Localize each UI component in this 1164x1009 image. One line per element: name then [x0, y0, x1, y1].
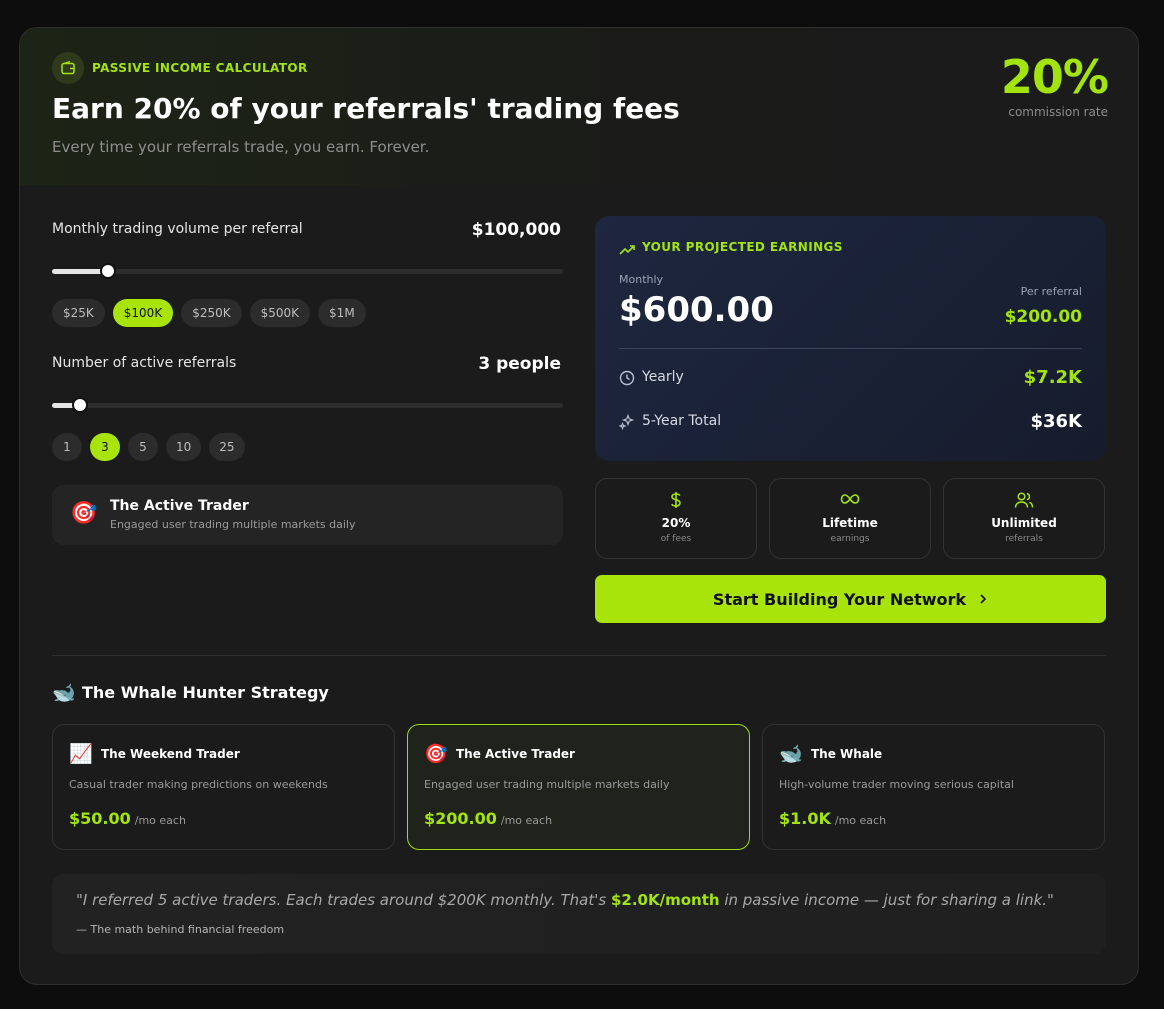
- strategy-card-desc: Casual trader making predictions on week…: [69, 778, 328, 791]
- target-icon: 🎯: [70, 501, 98, 526]
- feature-fees-main: 20%: [661, 516, 691, 530]
- volume-preset-chip[interactable]: $100K: [112, 299, 174, 327]
- feature-unlimited: Unlimited referrals: [943, 478, 1105, 559]
- monthly-label: Monthly: [619, 273, 664, 286]
- section-divider: [52, 655, 1106, 656]
- feature-lifetime-sub: earnings: [830, 534, 870, 544]
- volume-presets: $25K $100K $250K $500K $1M: [52, 299, 366, 327]
- volume-preset-chip[interactable]: $1M: [318, 299, 366, 327]
- wallet-icon: [52, 52, 84, 84]
- calculator-card: PASSIVE INCOME CALCULATOR Earn 20% of yo…: [19, 27, 1139, 985]
- quote-text: "I referred 5 active traders. Each trade…: [76, 891, 1054, 909]
- persona-box: 🎯 The Active Trader Engaged user trading…: [52, 485, 563, 545]
- strategy-card-suffix: /mo each: [834, 814, 887, 827]
- referrals-label: Number of active referrals: [52, 355, 237, 371]
- strategy-card-name: The Weekend Trader: [101, 747, 240, 761]
- referrals-preset-chip[interactable]: 3: [90, 433, 120, 461]
- earnings-divider: [619, 348, 1082, 349]
- whale-icon: 🐋: [779, 743, 803, 765]
- strategy-card-name: The Whale: [811, 747, 883, 761]
- strategy-card-whale[interactable]: 🐋 The Whale High-volume trader moving se…: [762, 724, 1105, 850]
- strategy-card-amount: $50.00: [69, 809, 131, 828]
- quote-text-end: in passive income — just for sharing a l…: [719, 891, 1054, 909]
- feature-lifetime-main: Lifetime: [822, 516, 878, 530]
- trend-up-icon: [619, 241, 635, 260]
- clock-icon: [619, 370, 635, 390]
- strategy-card-amount: $200.00: [424, 809, 497, 828]
- infinity-icon: [770, 491, 930, 507]
- monthly-value: $600.00: [619, 290, 774, 330]
- commission-rate-value: 20%: [1000, 50, 1109, 104]
- volume-preset-chip[interactable]: $500K: [249, 299, 311, 327]
- earnings-panel: YOUR PROJECTED EARNINGS Monthly $600.00 …: [595, 216, 1106, 461]
- testimonial-quote: "I referred 5 active traders. Each trade…: [52, 874, 1106, 954]
- per-referral-label: Per referral: [1020, 285, 1082, 298]
- strategy-card-name: The Active Trader: [456, 747, 575, 761]
- quote-author: — The math behind financial freedom: [76, 923, 285, 936]
- header: PASSIVE INCOME CALCULATOR Earn 20% of yo…: [20, 28, 1138, 185]
- per-referral-value: $200.00: [1004, 307, 1082, 327]
- persona-desc: Engaged user trading multiple markets da…: [110, 518, 356, 531]
- strategy-card-price: $1.0K/mo each: [779, 809, 886, 828]
- feature-fees: 20% of fees: [595, 478, 757, 559]
- yearly-label: Yearly: [642, 369, 684, 385]
- referrals-presets: 1 3 5 10 25: [52, 433, 245, 461]
- feature-fees-sub: of fees: [660, 534, 692, 544]
- quote-highlight: $2.0K/month: [610, 891, 720, 909]
- sparkles-icon: [618, 413, 635, 434]
- persona-name: The Active Trader: [110, 498, 249, 514]
- strategy-card-price: $200.00/mo each: [424, 809, 552, 828]
- strategy-card-active[interactable]: 🎯 The Active Trader Engaged user trading…: [407, 724, 750, 850]
- referrals-preset-chip[interactable]: 5: [128, 433, 158, 461]
- page-subtitle: Every time your referrals trade, you ear…: [52, 138, 430, 156]
- volume-slider-thumb[interactable]: [100, 263, 117, 279]
- referrals-preset-chip[interactable]: 10: [166, 433, 202, 461]
- strategy-card-desc: High-volume trader moving serious capita…: [779, 778, 1014, 791]
- volume-slider[interactable]: [52, 263, 563, 279]
- strategy-card-weekend[interactable]: 📈 The Weekend Trader Casual trader makin…: [52, 724, 395, 850]
- start-building-label: Start Building Your Network: [712, 589, 967, 609]
- chevron-right-icon: [978, 590, 988, 609]
- volume-value: $100,000: [471, 220, 561, 240]
- volume-label: Monthly trading volume per referral: [52, 221, 303, 237]
- strategy-card-amount: $1.0K: [779, 809, 831, 828]
- quote-text-start: "I referred 5 active traders. Each trade…: [76, 891, 611, 909]
- referrals-slider[interactable]: [52, 397, 563, 413]
- five-year-value: $36K: [1030, 411, 1082, 432]
- referrals-slider-thumb[interactable]: [72, 397, 89, 413]
- referrals-preset-chip[interactable]: 25: [209, 433, 245, 461]
- target-icon: 🎯: [424, 743, 448, 765]
- strategy-card-desc: Engaged user trading multiple markets da…: [424, 778, 670, 791]
- header-eyebrow: PASSIVE INCOME CALCULATOR: [92, 61, 308, 75]
- feature-lifetime: Lifetime earnings: [769, 478, 931, 559]
- chart-increasing-icon: 📈: [69, 743, 93, 765]
- referrals-preset-chip[interactable]: 1: [52, 433, 82, 461]
- feature-unlimited-main: Unlimited: [991, 516, 1057, 530]
- dollar-icon: [596, 491, 756, 509]
- strategy-card-suffix: /mo each: [500, 814, 553, 827]
- five-year-label: 5-Year Total: [642, 413, 722, 429]
- volume-preset-chip[interactable]: $25K: [52, 299, 105, 327]
- strategy-card-price: $50.00/mo each: [69, 809, 186, 828]
- yearly-value: $7.2K: [1023, 367, 1082, 388]
- whale-icon: 🐋: [52, 682, 76, 704]
- volume-preset-chip[interactable]: $250K: [181, 299, 242, 327]
- commission-rate-label: commission rate: [1008, 105, 1108, 119]
- start-building-button[interactable]: Start Building Your Network: [595, 575, 1106, 623]
- page-title: Earn 20% of your referrals' trading fees: [52, 92, 680, 125]
- users-icon: [944, 491, 1104, 509]
- strategy-card-suffix: /mo each: [134, 814, 186, 827]
- referrals-value: 3 people: [478, 354, 561, 374]
- strategy-title: The Whale Hunter Strategy: [82, 683, 329, 702]
- feature-unlimited-sub: referrals: [1005, 534, 1043, 544]
- earnings-eyebrow: YOUR PROJECTED EARNINGS: [642, 240, 843, 254]
